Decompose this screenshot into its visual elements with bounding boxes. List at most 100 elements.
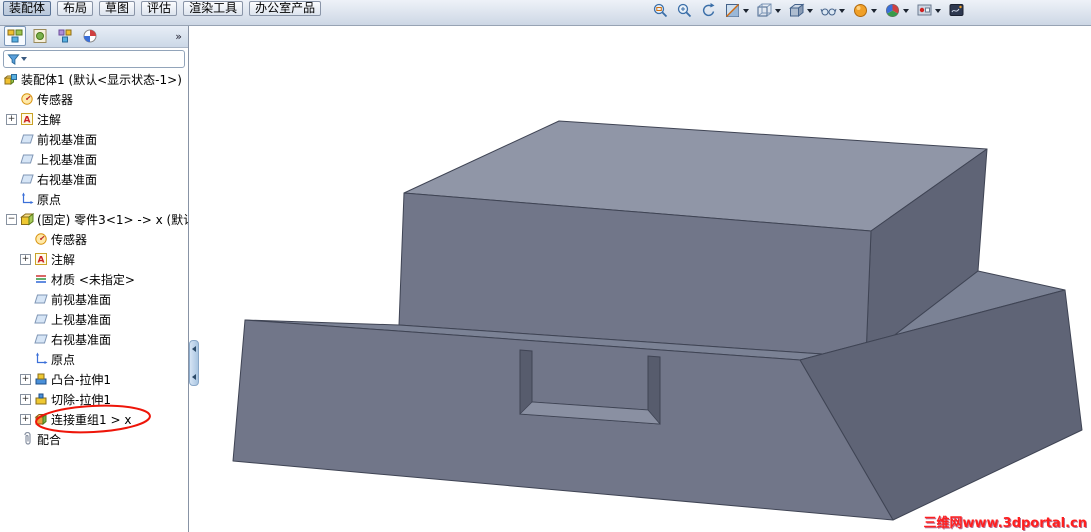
view-orientation-icon — [756, 2, 773, 19]
previous-view-button[interactable] — [700, 2, 717, 19]
zoom-area-button[interactable] — [652, 2, 669, 19]
filter-input[interactable] — [28, 52, 181, 66]
tree-item-label: 右视基准面 — [37, 172, 98, 187]
collapse-arrow-icon — [192, 374, 196, 380]
tree-item[interactable]: 前视基准面 — [0, 129, 188, 149]
plane-icon — [20, 152, 34, 166]
plane-icon — [20, 132, 34, 146]
tree-item[interactable]: 配合 — [0, 429, 188, 449]
tree-item[interactable]: 原点 — [0, 349, 188, 369]
tree-item-label: 前视基准面 — [51, 292, 112, 307]
boss-extrude-icon — [34, 372, 48, 386]
tree-item-label: 连接重组1 > x — [51, 412, 132, 427]
dropdown-caret-icon[interactable] — [871, 8, 877, 13]
expand-icon[interactable]: + — [20, 413, 31, 425]
tree-item[interactable]: + 连接重组1 > x — [0, 409, 188, 429]
watermark-text: 三维网www.3dportal.cn — [923, 516, 1087, 531]
configurationmanager-tab[interactable] — [54, 26, 76, 46]
plane-icon — [34, 292, 48, 306]
appearances-icon — [852, 2, 869, 19]
part-icon — [20, 212, 34, 226]
view-settings-icon — [916, 2, 933, 19]
propertymanager-tab[interactable] — [29, 26, 51, 46]
feature-tree: 装配体1 (默认<显示状态-1>) 传感器 + A 注解 前视基准面 上视基准面 右视基准面原… — [0, 68, 188, 532]
tree-item[interactable]: + A 注解 — [0, 109, 188, 129]
edit-appearance-button[interactable] — [948, 2, 965, 19]
expand-icon[interactable]: + — [20, 253, 31, 265]
graphics-area[interactable]: 三维网www.3dportal.cn — [190, 25, 1091, 532]
plane-icon — [20, 172, 34, 186]
ribbon-tab-4[interactable]: 评估 — [141, 1, 178, 16]
zoom-to-fit-button[interactable] — [676, 2, 693, 19]
tree-item[interactable]: 传感器 — [0, 89, 188, 109]
tree-item-label: 传感器 — [37, 92, 74, 107]
tree-item[interactable]: + 凸台-拉伸1 — [0, 369, 188, 389]
tree-item-label: 上视基准面 — [51, 312, 112, 327]
tree-item[interactable]: 上视基准面 — [0, 149, 188, 169]
tree-item-label: 凸台-拉伸1 — [51, 372, 111, 387]
tree-item-label: 右视基准面 — [51, 332, 112, 347]
tree-item[interactable]: 材质 <未指定> — [0, 269, 188, 289]
expand-icon[interactable]: + — [20, 373, 31, 385]
featuremanager-tree-tab[interactable] — [4, 26, 26, 46]
display-style-button[interactable] — [788, 2, 813, 19]
dropdown-caret-icon[interactable] — [839, 8, 845, 13]
model-3d[interactable] — [190, 25, 1091, 532]
configurationmanager-icon — [57, 28, 73, 44]
panel-overflow-button[interactable]: » — [175, 30, 184, 43]
apply-scene-button[interactable] — [884, 2, 909, 19]
filter-dropdown-caret-icon[interactable] — [21, 57, 27, 61]
tree-item-label: 注解 — [37, 112, 62, 127]
ribbon-tab-1[interactable]: 装配体 — [3, 1, 52, 16]
tree-item[interactable]: 装配体1 (默认<显示状态-1>) — [0, 69, 188, 89]
displaymanager-tab[interactable] — [79, 26, 101, 46]
tree-item[interactable]: + 切除-拉伸1 — [0, 389, 188, 409]
view-orientation-button[interactable] — [756, 2, 781, 19]
tree-item-label: 原点 — [51, 352, 76, 367]
tree-item[interactable]: 右视基准面 — [0, 329, 188, 349]
dropdown-caret-icon[interactable] — [775, 8, 781, 13]
appearances-button[interactable] — [852, 2, 877, 19]
tree-item[interactable]: 原点 — [0, 189, 188, 209]
filter-box[interactable] — [3, 50, 185, 68]
expand-icon[interactable]: + — [20, 393, 31, 405]
hide-show-items-button[interactable] — [820, 2, 845, 19]
tree-item[interactable]: 右视基准面 — [0, 169, 188, 189]
dropdown-caret-icon[interactable] — [935, 8, 941, 13]
ribbon-tab-6[interactable]: 办公室产品 — [249, 1, 322, 16]
dropdown-caret-icon[interactable] — [743, 8, 749, 13]
plane-icon — [34, 332, 48, 346]
section-view-button[interactable] — [724, 2, 749, 19]
heads-up-toolbar — [652, 2, 965, 19]
svg-text:A: A — [24, 116, 31, 126]
command-manager: 装配体 布局 草图 评估 渲染工具 办公室产品 — [0, 0, 1091, 26]
panel-tabs-group — [4, 26, 101, 46]
view-settings-button[interactable] — [916, 2, 941, 19]
panel-splitter[interactable] — [189, 340, 199, 386]
tree-item-label: 前视基准面 — [37, 132, 98, 147]
tree-item[interactable]: − (固定) 零件3<1> -> x (默认< — [0, 209, 188, 229]
origin-icon — [34, 352, 48, 366]
dropdown-caret-icon[interactable] — [807, 8, 813, 13]
panel-toolbar: » — [0, 25, 188, 48]
tree-item[interactable]: 前视基准面 — [0, 289, 188, 309]
tree-item[interactable]: 上视基准面 — [0, 309, 188, 329]
ribbon-tab-5[interactable]: 渲染工具 — [183, 1, 244, 16]
dropdown-caret-icon[interactable] — [903, 8, 909, 13]
plane-icon — [34, 312, 48, 326]
filter-funnel-icon[interactable] — [7, 53, 20, 66]
expand-icon[interactable]: + — [6, 113, 17, 125]
collapse-icon[interactable]: − — [6, 213, 17, 225]
tree-item[interactable]: 传感器 — [0, 229, 188, 249]
ribbon-tab-2[interactable]: 布局 — [57, 1, 94, 16]
displaymanager-icon — [82, 28, 98, 44]
tree-item-label: 配合 — [37, 432, 62, 447]
filter-row — [0, 48, 188, 68]
tree-item[interactable]: + A 注解 — [0, 249, 188, 269]
edit-appearance-icon — [948, 2, 965, 19]
tree-item-label: 传感器 — [51, 232, 88, 247]
ribbon-tab-3[interactable]: 草图 — [99, 1, 136, 16]
